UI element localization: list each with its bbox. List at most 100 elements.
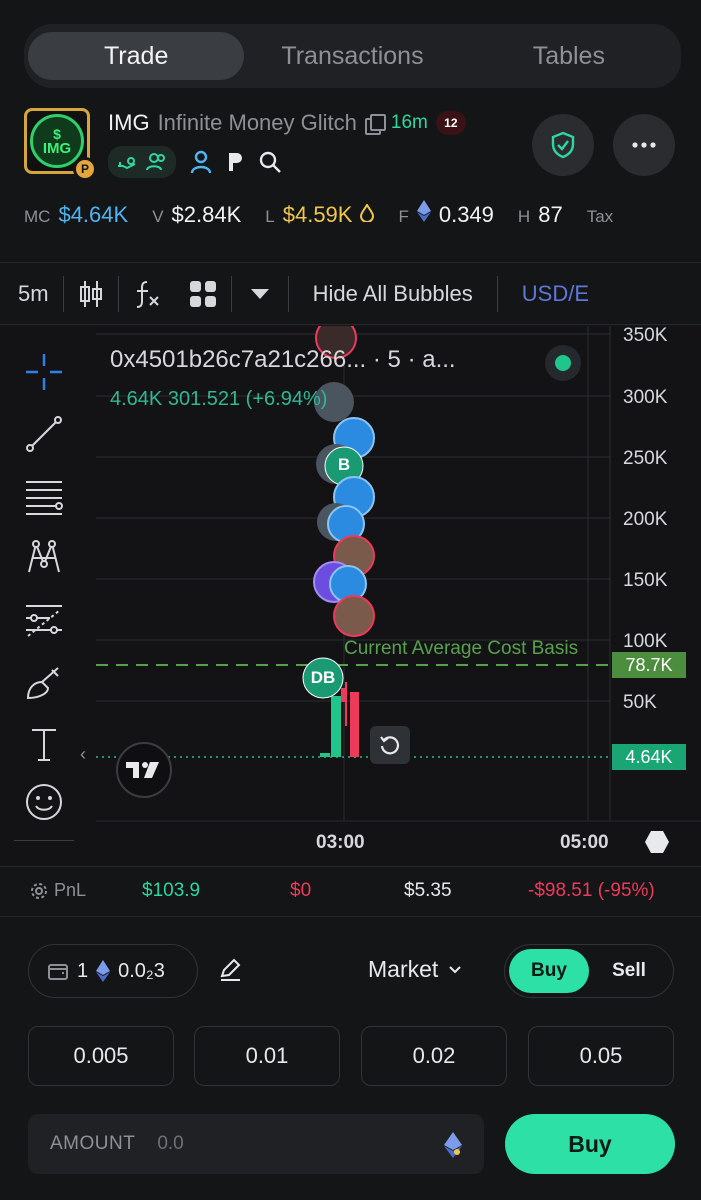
crosshair-icon [24,352,64,392]
trend-line-tool[interactable] [20,410,68,458]
quick-amount-button[interactable]: 0.02 [361,1026,507,1086]
tab-tables[interactable]: Tables [461,32,677,80]
function-icon [133,279,161,309]
forecast-icon [24,600,64,640]
crosshair-tool[interactable] [20,348,68,396]
y-tick: 300K [623,387,668,408]
divider [0,262,701,263]
trader-avatar[interactable] [333,595,375,637]
buy-toggle[interactable]: Buy [509,949,589,993]
eth-icon [96,960,111,982]
price-chart[interactable]: 350K 300K 250K 200K 150K 100K 50K B DB ‹… [0,326,701,866]
divider [0,916,701,917]
order-type-select[interactable]: Market [368,956,462,983]
quick-amount-button[interactable]: 0.01 [194,1026,340,1086]
hand-coins-icon [116,152,138,172]
token-symbol: IMG [108,110,150,135]
fib-tool[interactable] [20,472,68,520]
wallet-icon [47,961,69,981]
brush-icon [24,662,64,702]
indicators-button[interactable] [119,264,175,324]
security-shield-button[interactable] [532,114,594,176]
p-link-icon[interactable] [226,151,244,173]
token-age: 16m [390,112,428,133]
collapse-toolbar-icon[interactable]: ‹ [80,744,86,765]
text-tool[interactable] [20,720,68,768]
stat-market-cap: MC $4.64K [24,202,129,227]
pnl-bought: $103.9 [142,880,201,901]
interval-selector[interactable]: 5m [0,264,63,324]
quick-amount-button[interactable]: 0.05 [528,1026,674,1086]
pnl-holding: $5.35 [404,880,452,901]
platform-badge-icon: P [73,157,97,181]
drawing-toolbar [0,326,88,866]
pnl-settings[interactable]: PnL [30,880,86,901]
chevron-down-icon [448,965,462,975]
candle-small [320,753,330,757]
pattern-tool[interactable] [20,534,68,582]
tradingview-logo[interactable] [116,742,172,798]
wallet-selector[interactable]: 1 0.0₂3 [28,944,198,998]
more-horizontal-icon [632,142,656,148]
chart-change: 301.521 (+6.94%) [167,388,328,410]
live-status-dot[interactable] [545,345,581,381]
chart-pair-label: 0x4501b26c7a21c266... · 5 · a... [110,346,456,373]
reset-chart-button[interactable] [370,726,410,764]
forecast-tool[interactable] [20,596,68,644]
y-tick: 350K [623,326,668,346]
tab-trade[interactable]: Trade [28,32,245,80]
caret-down-icon [250,288,270,300]
layout-button[interactable] [175,264,231,324]
droplet-icon [360,204,375,222]
users-icon [146,152,168,172]
stat-volume: V $2.84K [152,202,242,227]
eth-icon [416,200,431,222]
pnl-summary: PnL $103.9 $0 $5.35 -$98.51 (-95%) [0,868,701,914]
order-type-value: Market [368,956,439,982]
x-tick: 05:00 [560,832,609,853]
stat-liquidity: L $4.59K [265,202,375,228]
amount-input[interactable] [157,1133,398,1155]
edit-button[interactable] [218,956,244,987]
chart-settings-button[interactable] [644,830,670,859]
stat-fee: F 0.349 [398,200,494,227]
token-name: Infinite Money Glitch [157,110,357,135]
candle-down [341,688,346,702]
copy-icon[interactable] [364,114,386,135]
pencil-icon [218,956,244,982]
token-stats: MC $4.64K V $2.84K L $4.59K F 0.349 H 87… [24,200,701,228]
user-icon[interactable] [190,150,212,174]
rotate-ccw-icon [379,734,401,756]
trend-line-icon [24,414,64,454]
toolbar-dropdown[interactable] [232,264,288,324]
hexagon-icon [644,830,670,854]
currency-toggle[interactable]: USD/E [498,264,603,324]
candles-button[interactable] [64,264,118,324]
wallet-balance: 0.0₂3 [118,959,165,982]
buy-submit-button[interactable]: Buy [505,1114,675,1174]
emoji-tool[interactable] [20,778,68,826]
buy-bubble-label: B [337,455,351,474]
search-icon[interactable] [258,150,282,174]
stat-holders: H 87 [517,202,563,227]
eth-icon [444,1132,462,1158]
tab-transactions[interactable]: Transactions [244,32,460,80]
hide-bubbles-button[interactable]: Hide All Bubbles [289,264,497,324]
holders-pill[interactable] [108,146,176,178]
x-badge[interactable]: 12 [435,111,466,135]
y-tick: 250K [623,448,668,469]
more-button[interactable] [613,114,675,176]
brush-tool[interactable] [20,658,68,706]
candlestick-icon [78,279,104,309]
wallet-count: 1 [77,959,89,982]
horizontal-lines-icon [24,476,64,516]
shield-check-icon [550,131,576,159]
stat-tax: Tax [586,207,614,226]
sell-toggle[interactable]: Sell [589,949,669,993]
current-price-tag: 4.64K [612,744,686,770]
amount-label: AMOUNT [50,1133,136,1154]
quick-amount-button[interactable]: 0.005 [28,1026,174,1086]
tradingview-icon [126,760,162,780]
cost-basis-tag: 78.7K [612,652,686,678]
amount-field: AMOUNT [28,1114,484,1174]
